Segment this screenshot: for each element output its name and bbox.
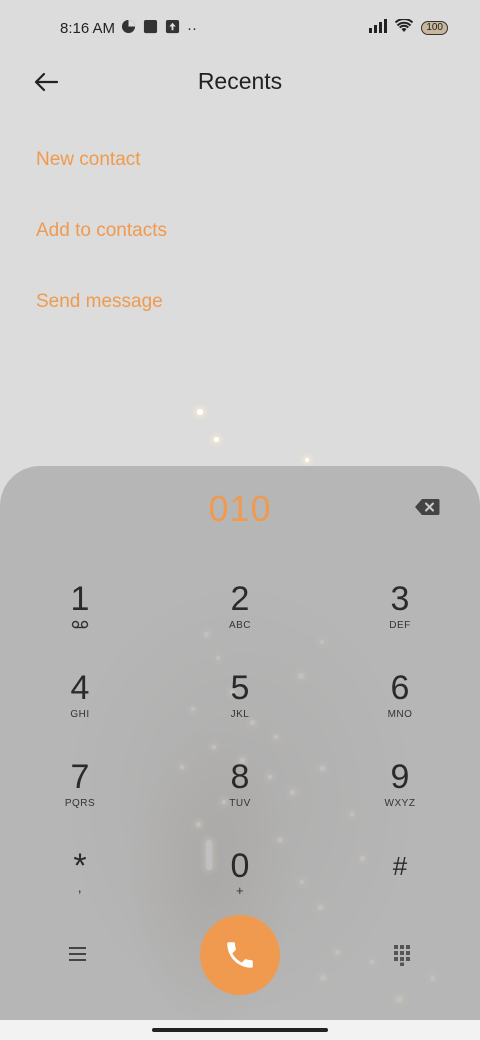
call-button[interactable] [200,915,280,995]
key-6[interactable]: 6 MNO [340,669,460,749]
key-star[interactable]: * , [20,847,140,927]
dialpad-toggle-button[interactable] [392,944,412,966]
key-9[interactable]: 9 WXYZ [340,758,460,838]
key-3[interactable]: 3 DEF [340,580,460,660]
home-indicator[interactable] [152,1028,328,1032]
dialed-number[interactable]: 010 [0,488,480,530]
status-bar: 8:16 AM ·· 100 [0,0,480,56]
upload-icon [165,19,180,38]
more-notifications-dots: ·· [187,19,198,37]
voicemail-icon [20,620,140,632]
key-7[interactable]: 7 PQRS [20,758,140,838]
key-2[interactable]: 2 ABC [180,580,300,660]
menu-button[interactable] [66,944,90,966]
header: Recents [0,56,480,106]
options-list: New contact Add to contacts Send message [36,140,167,353]
battery-indicator: 100 [421,21,448,35]
phone-icon [227,942,253,968]
new-contact-option[interactable]: New contact [36,140,167,211]
backspace-icon [415,499,440,515]
signal-icon [369,19,388,37]
key-1[interactable]: 1 [20,580,140,660]
key-4[interactable]: 4 GHI [20,669,140,749]
hamburger-icon [69,947,86,961]
wifi-icon [395,18,414,37]
key-8[interactable]: 8 TUV [180,758,300,838]
key-hash[interactable]: # [340,847,460,927]
send-message-option[interactable]: Send message [36,282,167,353]
status-time: 8:16 AM [60,19,116,37]
app-notification-icon [143,19,158,38]
key-5[interactable]: 5 JKL [180,669,300,749]
backspace-button[interactable] [414,498,440,516]
pie-chart-icon [121,19,136,38]
add-to-contacts-option[interactable]: Add to contacts [36,211,167,282]
dialpad-icon [394,945,410,966]
page-title: Recents [197,68,283,94]
